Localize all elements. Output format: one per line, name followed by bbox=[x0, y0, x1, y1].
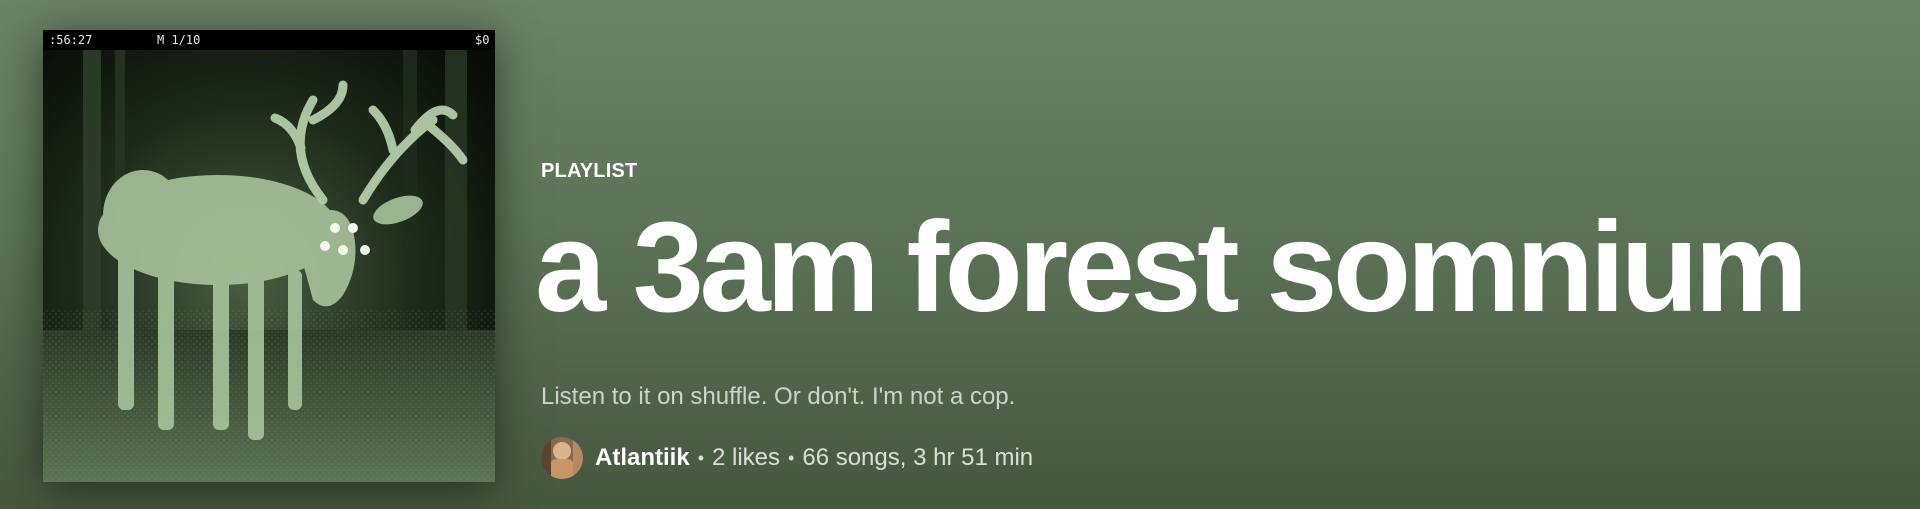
playlist-type-label: PLAYLIST bbox=[541, 160, 638, 182]
playlist-meta: Atlantiik • 2 likes • 66 songs, 3 hr 51 … bbox=[541, 435, 1033, 481]
cover-cam-temp: $0 bbox=[475, 33, 489, 47]
meta-separator: • bbox=[697, 447, 704, 468]
playlist-title[interactable]: a 3am forest somnium bbox=[535, 204, 1808, 332]
playlist-cover-image[interactable]: :56:27 M 1/10 $0 bbox=[43, 30, 495, 482]
meta-separator: • bbox=[788, 447, 795, 468]
likes-count: 2 likes bbox=[712, 444, 781, 471]
cover-cam-mode: M 1/10 bbox=[157, 33, 200, 47]
owner-avatar[interactable] bbox=[541, 437, 583, 479]
owner-name-link[interactable]: Atlantiik bbox=[595, 444, 690, 472]
playlist-info: PLAYLIST a 3am forest somnium Listen to … bbox=[535, 0, 1881, 509]
avatar-icon bbox=[541, 437, 583, 479]
songs-duration: 66 songs, 3 hr 51 min bbox=[802, 444, 1034, 471]
playlist-description: Listen to it on shuffle. Or don't. I'm n… bbox=[541, 383, 1016, 410]
playlist-header: :56:27 M 1/10 $0 PLAYLIST a 3am forest s… bbox=[0, 0, 1920, 509]
cover-cam-time: :56:27 bbox=[49, 33, 92, 47]
cover-art-deer: :56:27 M 1/10 $0 bbox=[43, 30, 495, 482]
